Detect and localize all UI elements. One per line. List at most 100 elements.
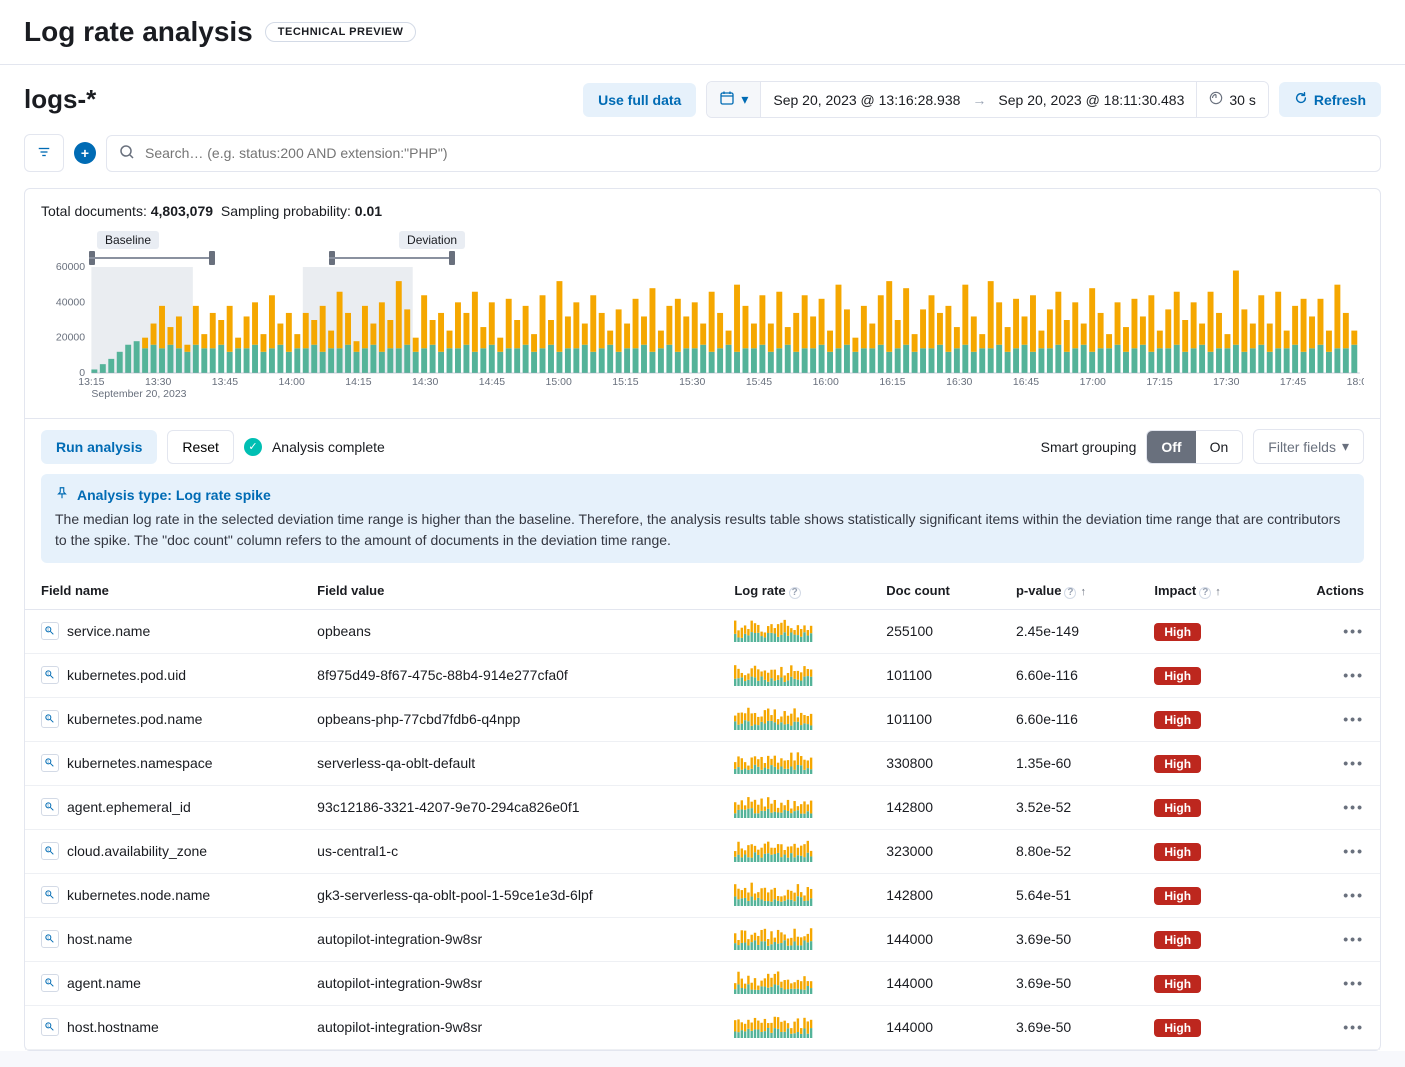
string-field-icon: t: [41, 710, 59, 728]
cell-log-rate: [718, 829, 870, 873]
deviation-span[interactable]: [329, 257, 449, 259]
impact-badge: High: [1154, 799, 1201, 817]
string-field-icon: t: [41, 930, 59, 948]
analysis-callout: Analysis type: Log rate spike The median…: [41, 474, 1364, 563]
cell-actions: •••: [1272, 609, 1380, 653]
cell-field-value: autopilot-integration-9w8sr: [301, 1005, 718, 1049]
info-icon: ?: [1199, 587, 1211, 599]
log-rate-chart[interactable]: 020000400006000013:1513:3013:4514:0014:1…: [41, 263, 1364, 403]
row-actions-button[interactable]: •••: [1343, 843, 1364, 859]
row-actions-button[interactable]: •••: [1343, 1019, 1364, 1035]
row-actions-button[interactable]: •••: [1343, 623, 1364, 639]
baseline-span[interactable]: [89, 257, 209, 259]
cell-field-value: 8f975d49-8f67-475c-88b4-914e277cfa0f: [301, 653, 718, 697]
calendar-button[interactable]: ▾: [707, 82, 761, 117]
cell-doc-count: 144000: [870, 1005, 1000, 1049]
table-row[interactable]: thost.name autopilot-integration-9w8sr 1…: [25, 917, 1380, 961]
table-row[interactable]: tkubernetes.node.name gk3-serverless-qa-…: [25, 873, 1380, 917]
cell-field-name: tagent.ephemeral_id: [25, 785, 301, 829]
table-row[interactable]: tcloud.availability_zone us-central1-c 3…: [25, 829, 1380, 873]
row-actions-button[interactable]: •••: [1343, 711, 1364, 727]
cell-log-rate: [718, 653, 870, 697]
table-row[interactable]: tservice.name opbeans 255100 2.45e-149 H…: [25, 609, 1380, 653]
controls-row: Run analysis Reset ✓ Analysis complete S…: [25, 418, 1380, 474]
sampling-value: 0.01: [355, 203, 382, 219]
string-field-icon: t: [41, 842, 59, 860]
toggle-off[interactable]: Off: [1147, 431, 1195, 463]
svg-text:17:15: 17:15: [1146, 377, 1173, 388]
svg-text:September 20, 2023: September 20, 2023: [91, 389, 186, 400]
col-impact[interactable]: Impact?↑: [1138, 573, 1272, 609]
row-actions-button[interactable]: •••: [1343, 799, 1364, 815]
col-p-value[interactable]: p-value?↑: [1000, 573, 1138, 609]
arrow-right-icon: →: [972, 92, 986, 108]
col-field-value[interactable]: Field value: [301, 573, 718, 609]
use-full-data-button[interactable]: Use full data: [583, 83, 696, 117]
results-table: Field name Field value Log rate? Doc cou…: [25, 573, 1380, 1050]
cell-log-rate: [718, 961, 870, 1005]
cell-impact: High: [1138, 741, 1272, 785]
row-actions-button[interactable]: •••: [1343, 755, 1364, 771]
cell-log-rate: [718, 609, 870, 653]
cell-impact: High: [1138, 697, 1272, 741]
svg-text:16:00: 16:00: [813, 377, 840, 388]
col-field-name[interactable]: Field name: [25, 573, 301, 609]
cell-actions: •••: [1272, 785, 1380, 829]
col-actions: Actions: [1272, 573, 1380, 609]
cell-actions: •••: [1272, 917, 1380, 961]
smart-grouping-toggle[interactable]: Off On: [1146, 430, 1243, 464]
run-analysis-button[interactable]: Run analysis: [41, 430, 157, 464]
add-filter-button[interactable]: +: [74, 142, 96, 164]
row-actions-button[interactable]: •••: [1343, 887, 1364, 903]
impact-badge: High: [1154, 887, 1201, 905]
cell-field-name: thost.name: [25, 917, 301, 961]
cell-doc-count: 144000: [870, 917, 1000, 961]
svg-text:14:30: 14:30: [412, 377, 439, 388]
cell-p-value: 3.69e-50: [1000, 917, 1138, 961]
cell-field-value: opbeans: [301, 609, 718, 653]
date-range-display[interactable]: Sep 20, 2023 @ 13:16:28.938 → Sep 20, 20…: [761, 82, 1197, 117]
search-input-wrap[interactable]: [106, 135, 1381, 172]
row-actions-button[interactable]: •••: [1343, 931, 1364, 947]
string-field-icon: t: [41, 886, 59, 904]
calendar-icon: [719, 90, 735, 109]
cell-p-value: 1.35e-60: [1000, 741, 1138, 785]
col-doc-count[interactable]: Doc count: [870, 573, 1000, 609]
table-row[interactable]: thost.hostname autopilot-integration-9w8…: [25, 1005, 1380, 1049]
cell-field-value: 93c12186-3321-4207-9e70-294ca826e0f1: [301, 785, 718, 829]
svg-text:60000: 60000: [56, 263, 85, 273]
filter-fields-button[interactable]: Filter fields ▾: [1253, 429, 1364, 464]
svg-text:15:45: 15:45: [746, 377, 773, 388]
svg-text:15:15: 15:15: [612, 377, 639, 388]
row-actions-button[interactable]: •••: [1343, 975, 1364, 991]
toggle-on[interactable]: On: [1196, 431, 1243, 463]
row-actions-button[interactable]: •••: [1343, 667, 1364, 683]
cell-actions: •••: [1272, 653, 1380, 697]
cell-doc-count: 323000: [870, 829, 1000, 873]
reset-button[interactable]: Reset: [167, 430, 234, 464]
search-input[interactable]: [145, 145, 1368, 161]
table-row[interactable]: tkubernetes.pod.name opbeans-php-77cbd7f…: [25, 697, 1380, 741]
filter-button[interactable]: [24, 134, 64, 172]
string-field-icon: t: [41, 974, 59, 992]
table-row[interactable]: tkubernetes.namespace serverless-qa-oblt…: [25, 741, 1380, 785]
table-row[interactable]: tagent.ephemeral_id 93c12186-3321-4207-9…: [25, 785, 1380, 829]
cell-doc-count: 101100: [870, 653, 1000, 697]
refresh-interval-button[interactable]: 30 s: [1197, 82, 1267, 117]
svg-text:16:15: 16:15: [879, 377, 906, 388]
cell-field-value: autopilot-integration-9w8sr: [301, 961, 718, 1005]
cell-impact: High: [1138, 785, 1272, 829]
total-docs-value: 4,803,079: [151, 203, 213, 219]
search-icon: [119, 144, 135, 163]
table-row[interactable]: tkubernetes.pod.uid 8f975d49-8f67-475c-8…: [25, 653, 1380, 697]
table-row[interactable]: tagent.name autopilot-integration-9w8sr …: [25, 961, 1380, 1005]
cell-p-value: 3.52e-52: [1000, 785, 1138, 829]
svg-text:13:15: 13:15: [78, 377, 105, 388]
page-title: Log rate analysis: [24, 16, 253, 48]
baseline-brush-label[interactable]: Baseline: [97, 231, 159, 249]
deviation-brush-label[interactable]: Deviation: [399, 231, 465, 249]
col-log-rate[interactable]: Log rate?: [718, 573, 870, 609]
search-row: +: [0, 134, 1405, 188]
refresh-button[interactable]: Refresh: [1279, 82, 1381, 117]
cell-log-rate: [718, 741, 870, 785]
